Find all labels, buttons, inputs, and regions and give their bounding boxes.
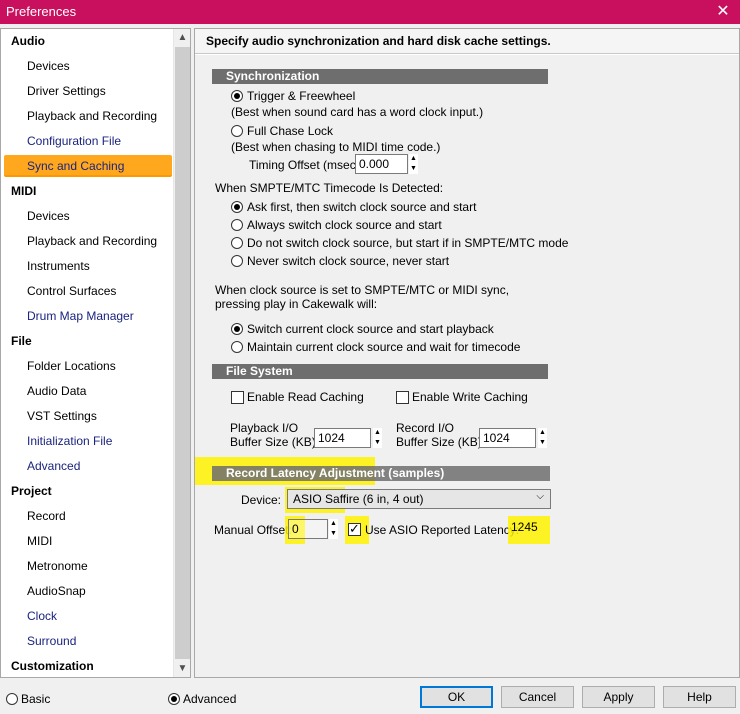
advanced-mode-label: Advanced <box>183 692 237 706</box>
scroll-thumb[interactable] <box>175 47 190 659</box>
sidebar-item-folder-locations[interactable]: Folder Locations <box>27 355 116 377</box>
sidebar-item-instruments[interactable]: Instruments <box>27 255 90 277</box>
smpte-option-radio[interactable] <box>231 201 243 213</box>
smpte-option-radio[interactable] <box>231 237 243 249</box>
panel-content: Synchronization Trigger & Freewheel (Bes… <box>195 55 739 677</box>
clock-option-radio[interactable] <box>231 323 243 335</box>
manual-offset-spinner[interactable]: ▲ ▼ <box>329 519 338 539</box>
window-title: Preferences <box>6 4 77 19</box>
sidebar-item-audiosnap[interactable]: AudioSnap <box>27 580 86 602</box>
smpte-option-label: Do not switch clock source, but start if… <box>247 236 569 250</box>
sidebar-category-midi[interactable]: MIDI <box>11 180 36 202</box>
sidebar-item-driver-settings[interactable]: Driver Settings <box>27 80 106 102</box>
clock-heading-line1: When clock source is set to SMPTE/MTC or… <box>215 283 510 297</box>
playback-buffer-input[interactable]: 1024 <box>314 428 371 448</box>
full-chase-lock-label: Full Chase Lock <box>247 124 334 138</box>
read-caching-label: Enable Read Caching <box>247 390 364 404</box>
clock-option-label: Switch current clock source and start pl… <box>247 322 494 336</box>
trigger-freewheel-label: Trigger & Freewheel <box>247 89 356 103</box>
trigger-freewheel-radio[interactable] <box>231 90 243 102</box>
playback-buffer-label-line1: Playback I/O <box>230 421 299 435</box>
write-caching-checkbox[interactable] <box>396 391 409 404</box>
playback-buffer-label-line2: Buffer Size (KB): <box>230 435 320 449</box>
sidebar-item-clock[interactable]: Clock <box>27 605 57 627</box>
full-chase-lock-note: (Best when chasing to MIDI time code.) <box>231 140 441 154</box>
help-button[interactable]: Help <box>663 686 736 708</box>
settings-panel: Specify audio synchronization and hard d… <box>194 28 740 678</box>
device-label: Device: <box>241 493 282 507</box>
advanced-mode-radio[interactable] <box>168 693 180 705</box>
section-synchronization: Synchronization <box>212 69 548 84</box>
sidebar-item-metronome[interactable]: Metronome <box>27 555 88 577</box>
sidebar-item-control-surfaces[interactable]: Control Surfaces <box>27 280 116 302</box>
playback-buffer-spinner[interactable]: ▲ ▼ <box>373 428 382 448</box>
apply-button[interactable]: Apply <box>582 686 655 708</box>
sidebar-item-vst-settings[interactable]: VST Settings <box>27 405 97 427</box>
device-value: ASIO Saffire (6 in, 4 out) <box>293 492 424 506</box>
timing-offset-spinner[interactable]: ▲ ▼ <box>409 154 418 174</box>
sidebar-item-playback-and-recording[interactable]: Playback and Recording <box>27 105 157 127</box>
smpte-heading: When SMPTE/MTC Timecode Is Detected: <box>215 181 444 195</box>
clock-option-radio[interactable] <box>231 341 243 353</box>
record-buffer-label-line1: Record I/O <box>396 421 455 435</box>
sidebar-item-surround[interactable]: Surround <box>27 630 76 652</box>
clock-option-label: Maintain current clock source and wait f… <box>247 340 521 354</box>
write-caching-label: Enable Write Caching <box>412 390 528 404</box>
record-buffer-label-line2: Buffer Size (KB): <box>396 435 486 449</box>
dialog-footer: Basic Advanced OK Cancel Apply Help <box>0 682 740 714</box>
panel-header: Specify audio synchronization and hard d… <box>195 29 739 54</box>
section-record-latency: Record Latency Adjustment (samples) <box>212 466 550 481</box>
section-file-system: File System <box>212 364 548 379</box>
sidebar-scrollbar[interactable]: ▲ ▼ <box>173 29 190 677</box>
ok-button[interactable]: OK <box>420 686 493 708</box>
sidebar-category-audio[interactable]: Audio <box>11 30 45 52</box>
smpte-option-radio[interactable] <box>231 255 243 267</box>
cancel-button[interactable]: Cancel <box>501 686 574 708</box>
sidebar-category-file[interactable]: File <box>11 330 32 352</box>
timing-offset-label: Timing Offset (msec): <box>249 158 364 172</box>
device-dropdown[interactable]: ASIO Saffire (6 in, 4 out) ⌵ <box>287 489 551 509</box>
manual-offset-label: Manual Offset: <box>214 523 292 537</box>
scroll-up-icon[interactable]: ▲ <box>174 29 190 46</box>
sidebar-item-initialization-file[interactable]: Initialization File <box>27 430 112 452</box>
sidebar-category-project[interactable]: Project <box>11 480 52 502</box>
trigger-freewheel-note: (Best when sound card has a word clock i… <box>231 105 484 119</box>
basic-mode-label: Basic <box>21 692 51 706</box>
timing-offset-input[interactable]: 0.000 <box>355 154 408 174</box>
sidebar-item-devices[interactable]: Devices <box>27 205 70 227</box>
full-chase-lock-radio[interactable] <box>231 125 243 137</box>
use-asio-latency-checkbox[interactable] <box>348 521 361 537</box>
title-bar: Preferences ✕ <box>0 0 740 24</box>
close-icon[interactable]: ✕ <box>706 0 740 24</box>
sidebar-item-sync-and-caching[interactable]: Sync and Caching <box>4 155 172 177</box>
sidebar-item-midi[interactable]: MIDI <box>27 530 52 552</box>
chevron-down-icon: ⌵ <box>536 491 544 502</box>
clock-heading-line2: pressing play in Cakewalk will: <box>215 297 378 311</box>
sidebar-category-customization[interactable]: Customization <box>11 655 94 677</box>
sidebar-item-devices[interactable]: Devices <box>27 55 70 77</box>
sidebar-item-configuration-file[interactable]: Configuration File <box>27 130 121 152</box>
read-caching-checkbox[interactable] <box>231 391 244 404</box>
smpte-option-label: Never switch clock source, never start <box>247 254 450 268</box>
manual-offset-input[interactable]: 0 <box>288 519 328 539</box>
record-buffer-spinner[interactable]: ▲ ▼ <box>538 428 547 448</box>
sidebar-item-record[interactable]: Record <box>27 505 66 527</box>
smpte-option-radio[interactable] <box>231 219 243 231</box>
sidebar: Audio Devices Driver Settings Playback and … <box>0 28 191 678</box>
sidebar-item-playback-and-recording[interactable]: Playback and Recording <box>27 230 157 252</box>
sidebar-item-audio-data[interactable]: Audio Data <box>27 380 86 402</box>
basic-mode-radio[interactable] <box>6 693 18 705</box>
scroll-down-icon[interactable]: ▼ <box>174 660 190 677</box>
sidebar-item-advanced[interactable]: Advanced <box>27 455 80 477</box>
asio-latency-value: 1245 <box>511 520 538 534</box>
use-asio-latency-label: Use ASIO Reported Latency: <box>365 523 520 537</box>
smpte-option-label: Always switch clock source and start <box>247 218 442 232</box>
smpte-option-label: Ask first, then switch clock source and … <box>247 200 477 214</box>
record-buffer-input[interactable]: 1024 <box>479 428 536 448</box>
sidebar-item-drum-map-manager[interactable]: Drum Map Manager <box>27 305 134 327</box>
